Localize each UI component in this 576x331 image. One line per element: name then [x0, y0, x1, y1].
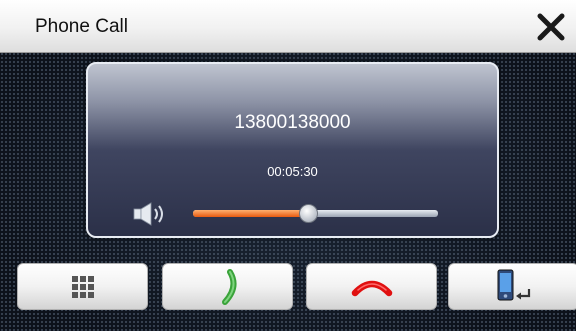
title-bar: Phone Call: [0, 0, 576, 53]
answer-call-icon: [221, 268, 237, 305]
dialpad-icon: [71, 275, 94, 298]
volume-knob[interactable]: [299, 204, 319, 223]
transfer-button[interactable]: [448, 263, 576, 310]
volume-slider[interactable]: [193, 204, 438, 223]
keypad-button[interactable]: [17, 263, 148, 310]
speaker-icon: [133, 202, 163, 226]
call-duration: 00:05:30: [267, 164, 318, 179]
hangup-call-icon: [351, 280, 392, 296]
volume-fill: [193, 210, 309, 217]
close-button[interactable]: [534, 10, 568, 44]
window-title: Phone Call: [35, 16, 128, 37]
hangup-button[interactable]: [306, 263, 437, 310]
answer-button[interactable]: [162, 263, 293, 310]
speaker-button[interactable]: [132, 201, 172, 232]
transfer-to-phone-icon: [497, 269, 530, 300]
close-x-icon: [537, 13, 565, 41]
call-info-panel: 13800138000 00:05:30: [86, 62, 499, 238]
phone-number: 13800138000: [234, 112, 351, 133]
